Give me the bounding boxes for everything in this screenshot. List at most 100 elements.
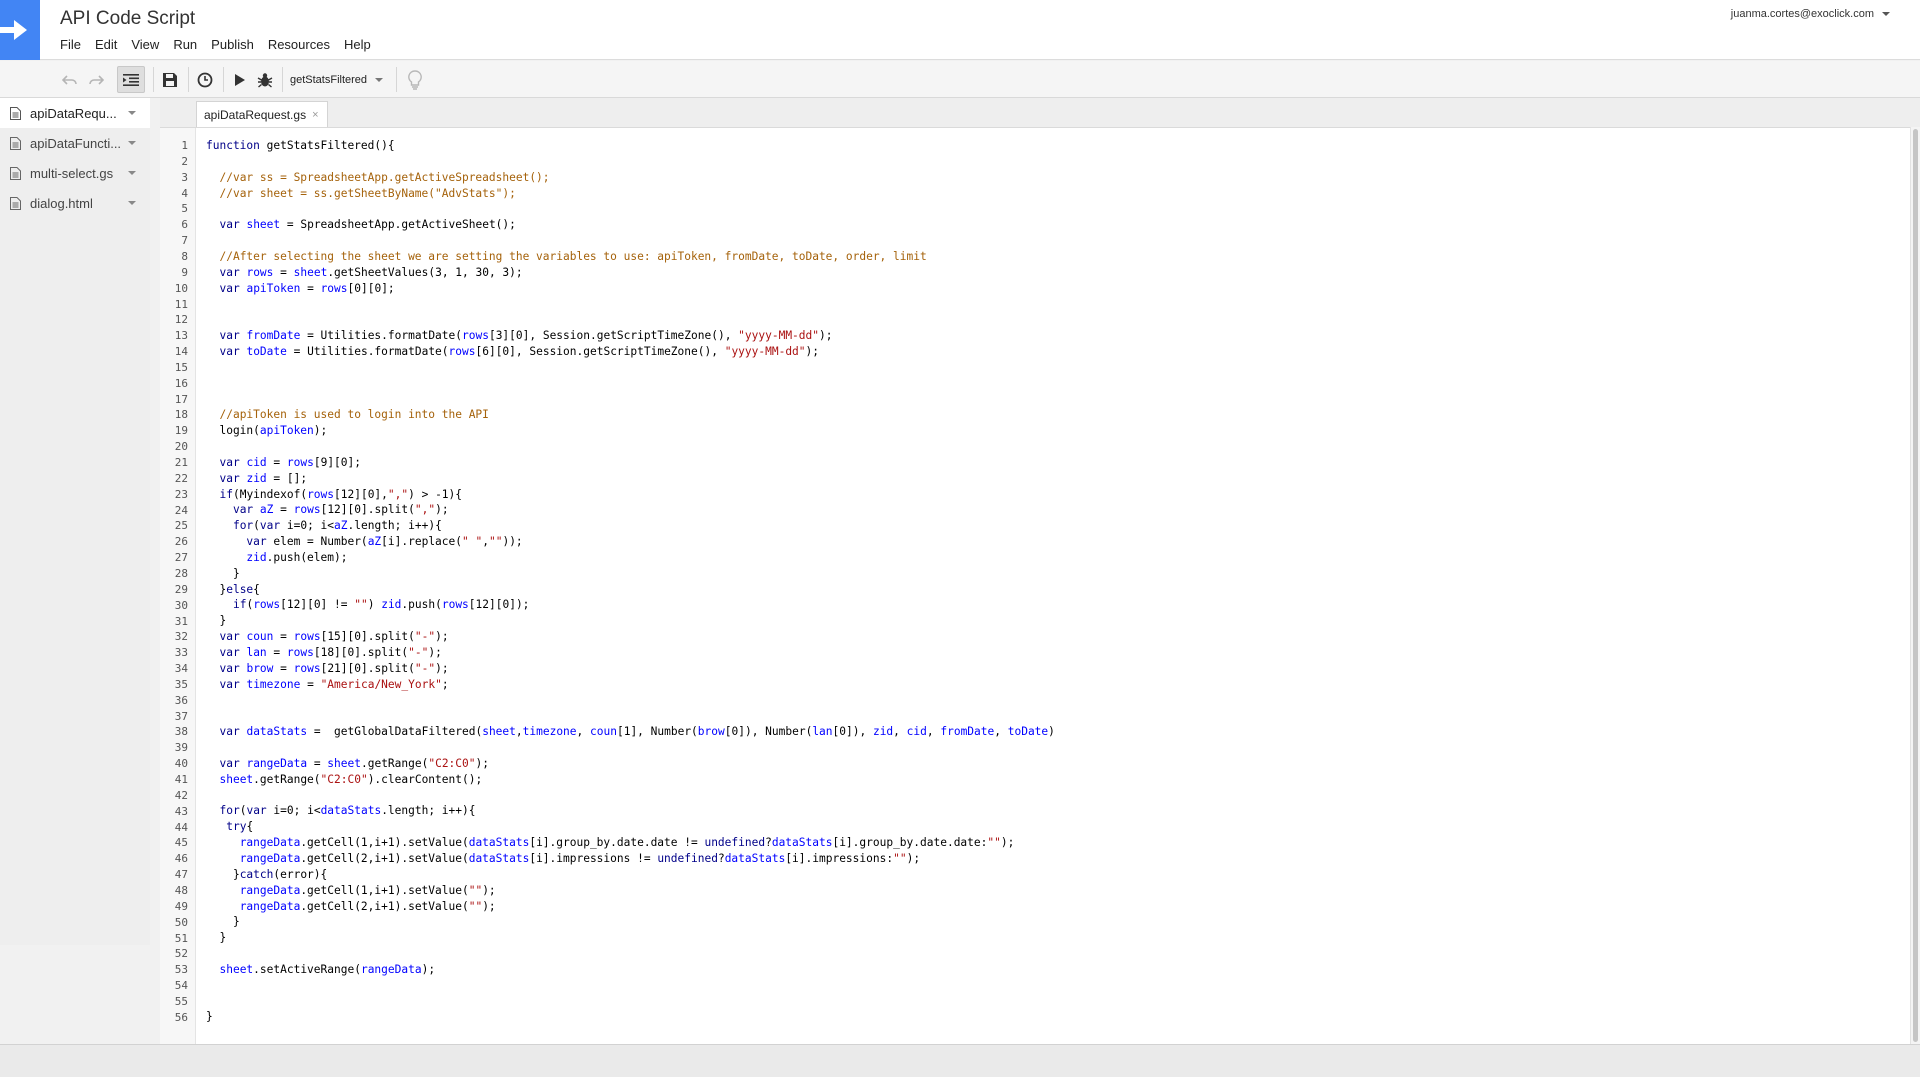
undo-button[interactable]: [60, 66, 80, 93]
code-line[interactable]: [206, 994, 1866, 1010]
code-line[interactable]: zid.push(elem);: [206, 550, 1866, 566]
file-icon: [10, 106, 21, 120]
code-line[interactable]: //After selecting the sheet we are setti…: [206, 249, 1866, 265]
code-line[interactable]: //var sheet = ss.getSheetByName("AdvStat…: [206, 186, 1866, 202]
code-line[interactable]: }: [206, 914, 1866, 930]
code-line[interactable]: }: [206, 930, 1866, 946]
code-line[interactable]: //var ss = SpreadsheetApp.getActiveSprea…: [206, 170, 1866, 186]
code-line[interactable]: [206, 233, 1866, 249]
chevron-down-icon[interactable]: [128, 171, 136, 175]
code-line[interactable]: [206, 312, 1866, 328]
tab-apidatarequest[interactable]: apiDataRequest.gs ×: [196, 101, 328, 127]
debug-button[interactable]: [254, 66, 276, 93]
indent-toggle-button[interactable]: [117, 66, 145, 93]
code-line[interactable]: rangeData.getCell(2,i+1).setValue("");: [206, 899, 1866, 915]
line-number: 10: [174, 281, 188, 295]
code-line[interactable]: rangeData.getCell(1,i+1).setValue("");: [206, 883, 1866, 899]
editor-tab-bar: apiDataRequest.gs ×: [160, 98, 1920, 127]
code-line[interactable]: [206, 708, 1866, 724]
code-content[interactable]: function getStatsFiltered(){ //var ss = …: [206, 138, 1866, 1025]
code-line[interactable]: if(rows[12][0] != "") zid.push(rows[12][…: [206, 597, 1866, 613]
code-editor[interactable]: 1 2 3 4 5 6 7 8 9 10 11 12 13 14 15 16 17 18 19 20 21 22 23 24 2…: [160, 127, 1920, 1045]
code-line[interactable]: var zid = [];: [206, 471, 1866, 487]
line-number: 41: [174, 773, 188, 786]
code-line[interactable]: login(apiToken);: [206, 423, 1866, 439]
triggers-button[interactable]: [193, 66, 217, 93]
line-number: 2: [181, 154, 188, 168]
code-line[interactable]: [206, 392, 1866, 408]
code-line[interactable]: var cid = rows[9][0];: [206, 455, 1866, 471]
menu-run[interactable]: Run: [166, 37, 204, 52]
code-line[interactable]: rangeData.getCell(2,i+1).setValue(dataSt…: [206, 851, 1866, 867]
project-title[interactable]: API Code Script: [60, 8, 195, 30]
menu-file[interactable]: File: [53, 37, 88, 52]
code-line[interactable]: var rangeData = sheet.getRange("C2:C0");: [206, 756, 1866, 772]
code-line[interactable]: var fromDate = Utilities.formatDate(rows…: [206, 328, 1866, 344]
file-item-apidatarequest[interactable]: apiDataRequ...: [0, 98, 150, 128]
line-number: 47: [174, 868, 188, 882]
file-item-dialog[interactable]: dialog.html: [0, 188, 150, 218]
menu-help[interactable]: Help: [337, 37, 378, 52]
code-line[interactable]: for(var i=0; i<aZ.length; i++){: [206, 518, 1866, 534]
line-number: 9: [181, 265, 188, 279]
menu-resources[interactable]: Resources: [261, 37, 337, 52]
code-line[interactable]: function getStatsFiltered(){: [206, 138, 1866, 154]
file-item-apidatafunctions[interactable]: apiDataFuncti...: [0, 128, 150, 158]
code-line[interactable]: var coun = rows[15][0].split("-");: [206, 629, 1866, 645]
code-line[interactable]: [206, 360, 1866, 376]
menu-publish[interactable]: Publish: [204, 37, 261, 52]
run-button[interactable]: [230, 66, 250, 93]
file-item-multi-select[interactable]: multi-select.gs: [0, 158, 150, 188]
code-line[interactable]: [206, 296, 1866, 312]
code-line[interactable]: var brow = rows[21][0].split("-");: [206, 661, 1866, 677]
chevron-down-icon[interactable]: [128, 141, 136, 145]
account-menu[interactable]: juanma.cortes@exoclick.com: [1731, 8, 1890, 20]
code-line[interactable]: var lan = rows[18][0].split("-");: [206, 645, 1866, 661]
chevron-down-icon[interactable]: [128, 111, 136, 115]
code-line[interactable]: [206, 788, 1866, 804]
file-icon: [10, 136, 21, 150]
apps-script-logo[interactable]: [0, 0, 40, 60]
code-line[interactable]: [206, 978, 1866, 994]
lightbulb-button[interactable]: [402, 66, 428, 93]
function-select[interactable]: getStatsFiltered: [290, 66, 384, 93]
code-line[interactable]: sheet.getRange("C2:C0").clearContent();: [206, 772, 1866, 788]
save-button[interactable]: [158, 66, 182, 93]
code-line[interactable]: [206, 740, 1866, 756]
code-line[interactable]: try{: [206, 819, 1866, 835]
code-line[interactable]: if(Myindexof(rows[12][0],",") > -1){: [206, 487, 1866, 503]
code-line[interactable]: var toDate = Utilities.formatDate(rows[6…: [206, 344, 1866, 360]
code-line[interactable]: [206, 946, 1866, 962]
code-line[interactable]: }: [206, 1009, 1866, 1025]
code-line[interactable]: rangeData.getCell(1,i+1).setValue(dataSt…: [206, 835, 1866, 851]
code-line[interactable]: [206, 154, 1866, 170]
code-line[interactable]: }: [206, 566, 1866, 582]
code-line[interactable]: var sheet = SpreadsheetApp.getActiveShee…: [206, 217, 1866, 233]
code-line[interactable]: var apiToken = rows[0][0];: [206, 281, 1866, 297]
code-line[interactable]: [206, 693, 1866, 709]
code-line[interactable]: //apiToken is used to login into the API: [206, 407, 1866, 423]
code-line[interactable]: }else{: [206, 582, 1866, 598]
close-icon[interactable]: ×: [312, 109, 318, 121]
line-number: 36: [174, 693, 188, 707]
code-line[interactable]: [206, 201, 1866, 217]
code-line[interactable]: }: [206, 613, 1866, 629]
run-play-icon: [235, 73, 245, 86]
code-line[interactable]: [206, 376, 1866, 392]
code-line[interactable]: [206, 439, 1866, 455]
code-line[interactable]: sheet.setActiveRange(rangeData);: [206, 962, 1866, 978]
redo-button[interactable]: [86, 66, 106, 93]
vertical-scrollbar[interactable]: [1910, 127, 1920, 1044]
code-line[interactable]: var aZ = rows[12][0].split(",");: [206, 502, 1866, 518]
code-line[interactable]: var dataStats = getGlobalDataFiltered(sh…: [206, 724, 1866, 740]
menu-view[interactable]: View: [124, 37, 166, 52]
code-line[interactable]: }catch(error){: [206, 867, 1866, 883]
menu-edit[interactable]: Edit: [88, 37, 124, 52]
chevron-down-icon[interactable]: [128, 201, 136, 205]
code-line[interactable]: var rows = sheet.getSheetValues(3, 1, 30…: [206, 265, 1866, 281]
code-line[interactable]: for(var i=0; i<dataStats.length; i++){: [206, 803, 1866, 819]
code-line[interactable]: var elem = Number(aZ[i].replace(" ",""))…: [206, 534, 1866, 550]
code-line[interactable]: var timezone = "America/New_York";: [206, 677, 1866, 693]
scrollbar-thumb[interactable]: [1913, 129, 1918, 1042]
line-number: 52: [174, 947, 188, 961]
